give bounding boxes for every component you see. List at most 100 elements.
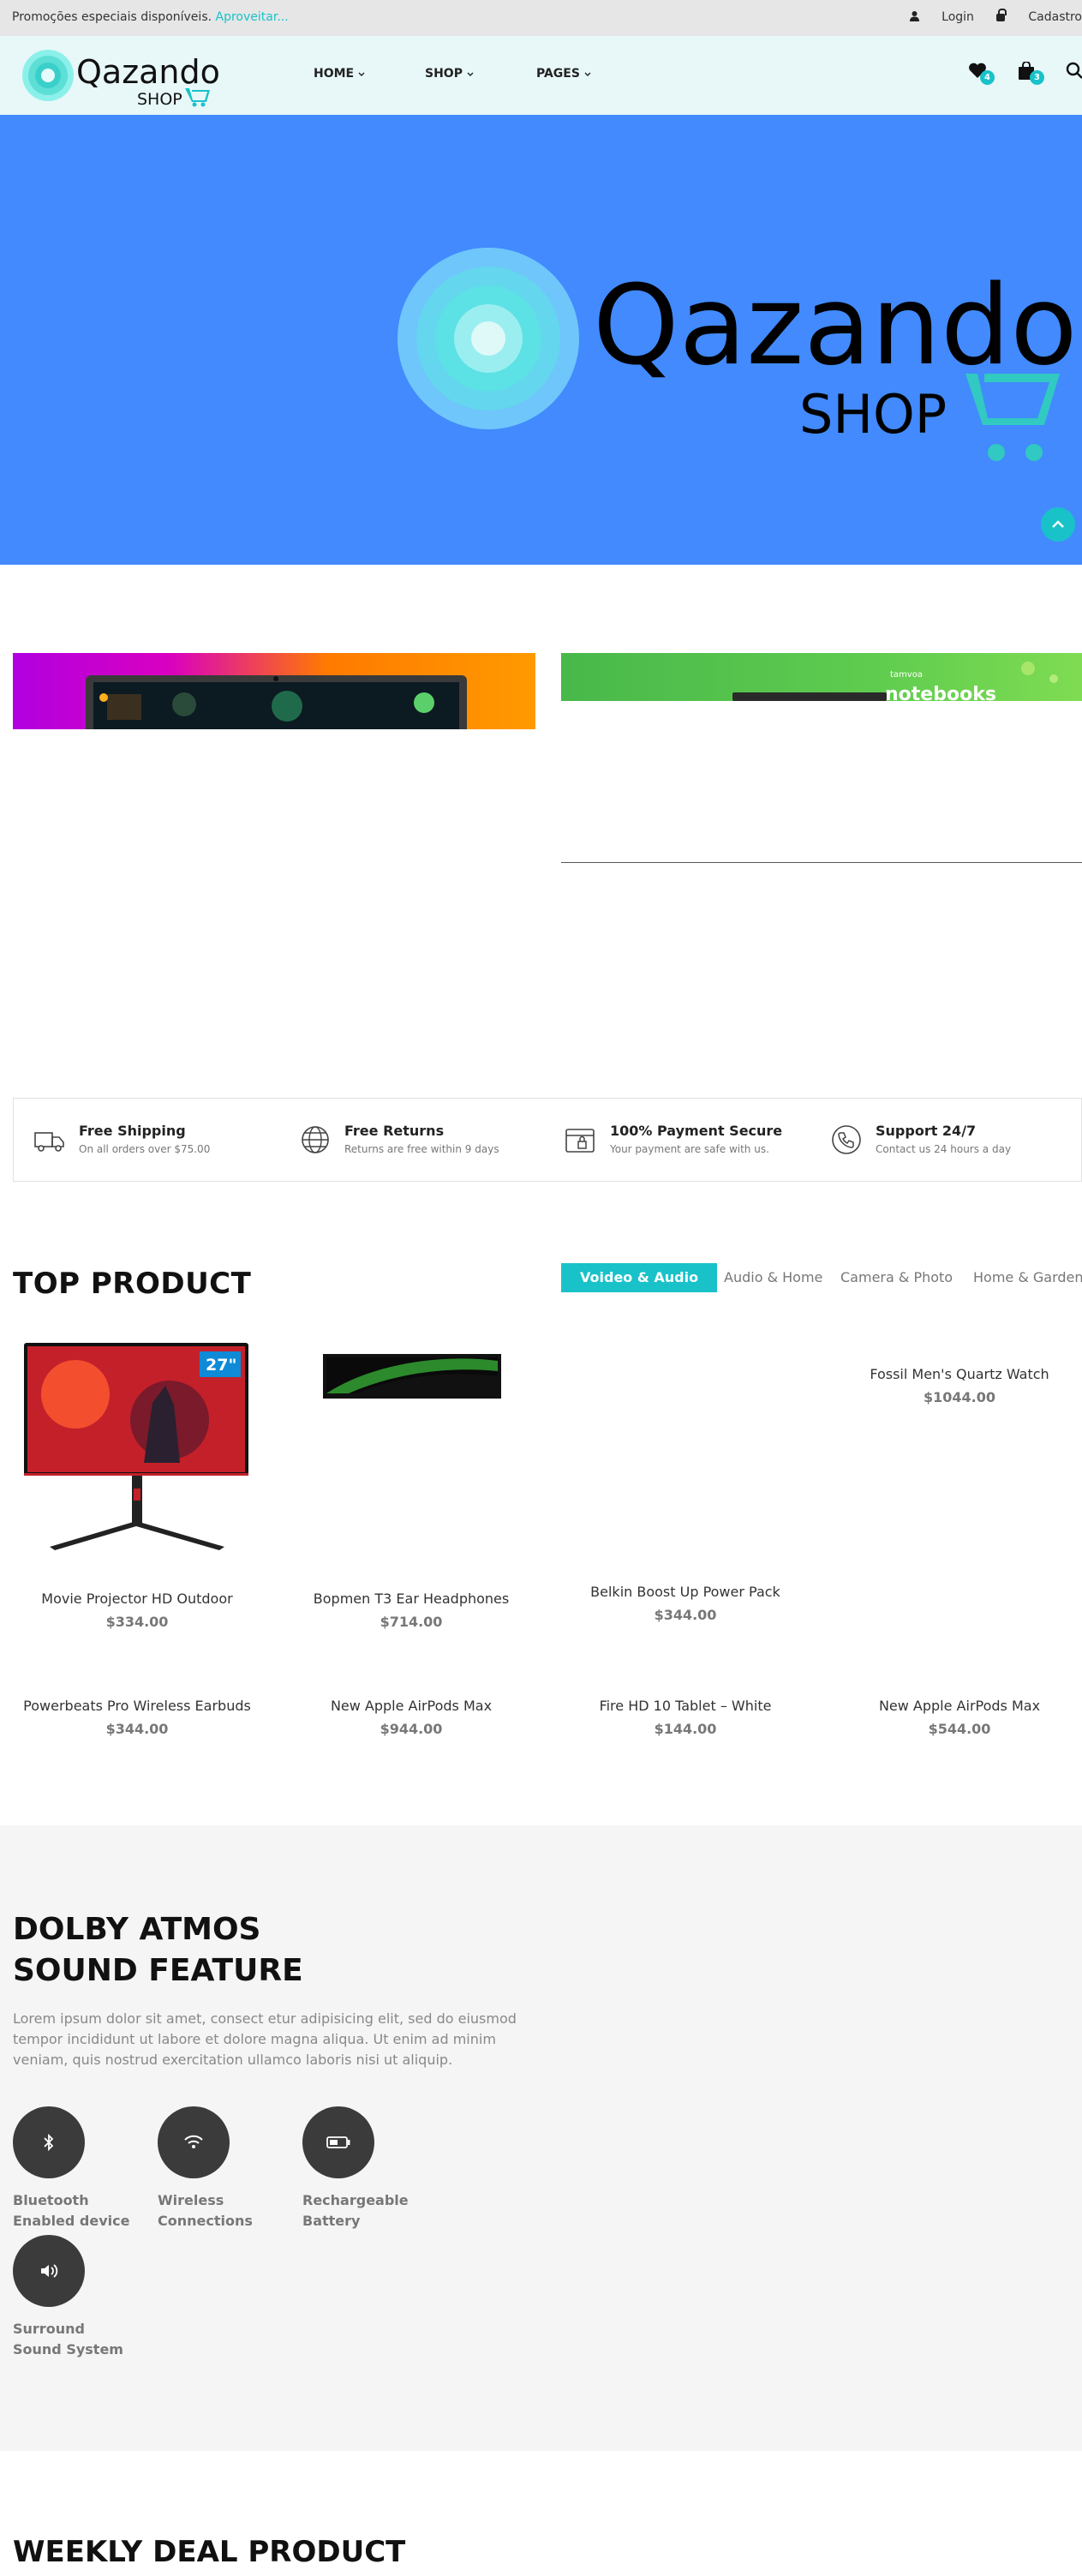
register-link[interactable]: Cadastro bbox=[996, 9, 1082, 24]
nav-pages[interactable]: PAGES bbox=[536, 67, 591, 81]
promo-banner-left[interactable] bbox=[13, 653, 535, 729]
dolby-feature: Rechargeable Battery bbox=[302, 2106, 409, 2229]
tab-home-garden[interactable]: Home & Garden bbox=[973, 1263, 1082, 1292]
feature-circle bbox=[13, 2235, 85, 2307]
product-price: $1044.00 bbox=[923, 1389, 995, 1405]
product-price: $944.00 bbox=[380, 1721, 443, 1737]
feature-title: Support 24/7 bbox=[876, 1123, 977, 1139]
product-name[interactable]: New Apple AirPods Max bbox=[831, 1698, 1082, 1714]
product-price: $714.00 bbox=[380, 1614, 443, 1630]
product-name[interactable]: Movie Projector HD Outdoor bbox=[9, 1591, 266, 1607]
dolby-description: Lorem ipsum dolor sit amet, consect etur… bbox=[13, 2010, 517, 2068]
site-logo[interactable]: Qazando SHOP bbox=[22, 44, 219, 109]
search-button[interactable] bbox=[1066, 62, 1082, 82]
feature-circle bbox=[13, 2106, 85, 2178]
cart-count-badge: 3 bbox=[1030, 70, 1044, 85]
product-price: $144.00 bbox=[654, 1721, 717, 1737]
hero-banner[interactable]: Qazando SHOP bbox=[0, 115, 1082, 565]
product-image-monitor[interactable]: 27" bbox=[24, 1343, 248, 1557]
tab-audio-home[interactable]: Audio & Home bbox=[724, 1263, 822, 1292]
label-line1: Wireless bbox=[158, 2192, 224, 2208]
product-name[interactable]: New Apple AirPods Max bbox=[283, 1698, 540, 1714]
dolby-feature-label: Bluetooth Enabled device bbox=[13, 2190, 129, 2232]
promo-banner-right[interactable]: tamvoa notebooks bbox=[561, 653, 1082, 701]
cart-button[interactable]: 3 bbox=[1018, 61, 1044, 85]
chevron-down-icon bbox=[467, 72, 474, 76]
nav-home[interactable]: HOME bbox=[314, 67, 365, 81]
nav-shop[interactable]: SHOP bbox=[425, 67, 474, 81]
product-price: $334.00 bbox=[105, 1614, 169, 1630]
product-price: $344.00 bbox=[654, 1607, 717, 1623]
lock-icon bbox=[996, 9, 1007, 21]
account-links: Login Cadastro bbox=[891, 9, 1082, 24]
feature-circle bbox=[158, 2106, 230, 2178]
dolby-feature: Bluetooth Enabled device bbox=[13, 2106, 129, 2229]
top-product-title: TOP PRODUCT bbox=[13, 1267, 252, 1301]
feature-title: Free Shipping bbox=[79, 1123, 186, 1139]
login-label: Login bbox=[942, 10, 974, 24]
chevron-down-icon bbox=[358, 72, 365, 76]
monitor-size-badge: 27" bbox=[206, 1356, 236, 1375]
weekly-deal-title: WEEKLY DEAL PRODUCT bbox=[13, 2535, 406, 2569]
feature-subtitle: Your payment are safe with us. bbox=[610, 1143, 769, 1155]
tab-camera-photo[interactable]: Camera & Photo bbox=[840, 1263, 953, 1292]
product-image-headphones[interactable] bbox=[323, 1354, 501, 1399]
wishlist-count-badge: 4 bbox=[980, 70, 995, 85]
nav-home-label: HOME bbox=[314, 67, 355, 81]
features-strip: Free Shipping On all orders over $75.00 … bbox=[13, 1098, 1082, 1182]
notebook-image bbox=[732, 662, 1058, 701]
promo-link[interactable]: Aproveitar... bbox=[216, 10, 289, 24]
wishlist-button[interactable]: 4 bbox=[968, 62, 995, 85]
tab-video-audio[interactable]: Voideo & Audio bbox=[561, 1263, 718, 1292]
product-name[interactable]: Belkin Boost Up Power Pack bbox=[557, 1584, 814, 1600]
feature-subtitle: Returns are free within 9 days bbox=[344, 1143, 499, 1155]
product-price: $344.00 bbox=[105, 1721, 169, 1737]
promo-message: Promoções especiais disponíveis. bbox=[12, 10, 212, 24]
dolby-feature: Wireless Connections bbox=[158, 2106, 253, 2229]
product-name[interactable]: Bopmen T3 Ear Headphones bbox=[283, 1591, 540, 1607]
chevron-up-icon bbox=[1052, 520, 1064, 528]
banner-divider bbox=[561, 862, 1082, 863]
nav-shop-label: SHOP bbox=[425, 67, 463, 81]
secure-payment-icon bbox=[565, 1129, 595, 1153]
hero-logo: Qazando SHOP bbox=[398, 248, 1075, 461]
promo-text: Promoções especiais disponíveis. Aprovei… bbox=[12, 10, 289, 24]
feature-circle bbox=[302, 2106, 374, 2178]
label-line1: Rechargeable bbox=[302, 2192, 409, 2208]
nav-pages-label: PAGES bbox=[536, 67, 580, 81]
wifi-icon bbox=[184, 2135, 203, 2148]
feature-title: Free Returns bbox=[344, 1123, 445, 1139]
feature-title: 100% Payment Secure bbox=[610, 1123, 783, 1139]
site-header: Qazando SHOP HOME SHOP PAGES 4 3 bbox=[0, 36, 1082, 115]
label-line2: Battery bbox=[302, 2213, 361, 2229]
top-bar: Promoções especiais disponíveis. Aprovei… bbox=[0, 0, 1082, 36]
label-line2: Sound System bbox=[13, 2341, 123, 2357]
feature-subtitle: Contact us 24 hours a day bbox=[876, 1143, 1012, 1155]
hero-logo-sub: SHOP bbox=[799, 383, 947, 446]
product-name[interactable]: Fossil Men's Quartz Watch bbox=[831, 1366, 1082, 1382]
chevron-down-icon bbox=[584, 72, 591, 76]
logo-sub: SHOP bbox=[137, 90, 182, 109]
product-name[interactable]: Powerbeats Pro Wireless Earbuds bbox=[9, 1698, 266, 1714]
cart-logo-icon bbox=[185, 88, 210, 107]
dolby-feature: Surround Sound System bbox=[13, 2235, 123, 2357]
laptop-game-image bbox=[86, 675, 467, 729]
dolby-feature-label: Rechargeable Battery bbox=[302, 2190, 409, 2232]
feature-subtitle: On all orders over $75.00 bbox=[79, 1143, 211, 1155]
dolby-title: DOLBY ATMOS SOUND FEATURE bbox=[13, 1909, 303, 1992]
search-icon bbox=[1066, 62, 1082, 79]
product-name[interactable]: Fire HD 10 Tablet – White bbox=[557, 1698, 814, 1714]
label-line2: Enabled device bbox=[13, 2213, 130, 2229]
phone-support-icon bbox=[832, 1125, 861, 1154]
register-label: Cadastro bbox=[1028, 10, 1082, 24]
bluetooth-icon bbox=[44, 2134, 54, 2151]
battery-icon bbox=[326, 2136, 350, 2148]
label-line1: Surround bbox=[13, 2321, 85, 2337]
dolby-section: DOLBY ATMOS SOUND FEATURE Lorem ipsum do… bbox=[0, 1825, 1082, 2451]
label-line2: Connections bbox=[158, 2213, 253, 2229]
dolby-feature-label: Wireless Connections bbox=[158, 2190, 253, 2232]
login-link[interactable]: Login bbox=[910, 10, 977, 24]
dolby-title-line2: SOUND FEATURE bbox=[13, 1953, 303, 1988]
user-icon bbox=[910, 11, 920, 21]
scroll-to-top-button[interactable] bbox=[1041, 507, 1075, 542]
